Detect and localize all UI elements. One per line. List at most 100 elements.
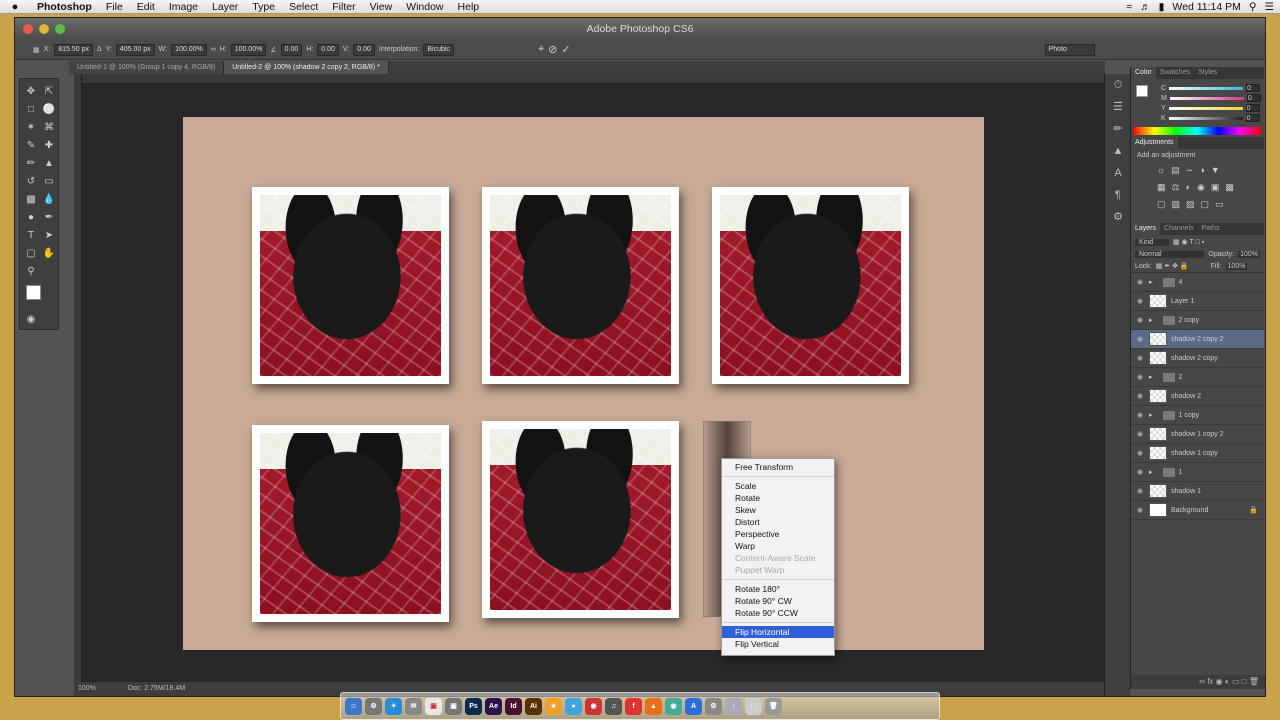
tab-untitled-2[interactable]: Untitled-2 @ 100% (shadow 2 copy 2, RGB/… bbox=[224, 61, 389, 75]
menu-item-free-transform[interactable]: Free Transform bbox=[722, 461, 834, 473]
brush-panel-icon[interactable]: ✏ bbox=[1105, 118, 1131, 140]
layer-row[interactable]: ◉ shadow 1 copy bbox=[1131, 444, 1264, 463]
finder-icon[interactable]: ☺ bbox=[345, 697, 362, 715]
magenta-value-field[interactable]: 0 bbox=[1246, 94, 1261, 102]
vlc-icon[interactable]: ▲ bbox=[645, 697, 662, 715]
document-canvas[interactable] bbox=[183, 117, 984, 650]
expand-arrow-icon[interactable]: ▸ bbox=[1149, 278, 1153, 286]
tab-layers[interactable]: Layers bbox=[1131, 223, 1161, 235]
menu-view[interactable]: View bbox=[363, 1, 400, 13]
menu-layer[interactable]: Layer bbox=[205, 1, 245, 13]
layer-row[interactable]: ◉ shadow 2 bbox=[1131, 387, 1264, 406]
threshold-icon[interactable]: ▨ bbox=[1186, 199, 1195, 210]
trash-icon[interactable]: 🗑 bbox=[1249, 677, 1259, 686]
type-tool-icon[interactable]: T bbox=[23, 229, 39, 243]
photo-frame[interactable] bbox=[252, 187, 449, 384]
wifi-icon[interactable]: ≈ bbox=[1126, 1, 1132, 13]
apple-menu-icon[interactable]: ● bbox=[0, 1, 30, 13]
path-selection-tool-icon[interactable]: ➤ bbox=[41, 229, 57, 243]
menu-item-scale[interactable]: Scale bbox=[722, 480, 834, 492]
layer-name[interactable]: 2 bbox=[1179, 374, 1183, 381]
menu-window[interactable]: Window bbox=[399, 1, 450, 13]
layer-row[interactable]: ◉ ▸ 1 copy bbox=[1131, 406, 1264, 425]
brush-tool-icon[interactable]: ✏ bbox=[23, 157, 39, 171]
mail-icon[interactable]: ✉ bbox=[405, 697, 422, 715]
trash-dock-icon[interactable]: 🗑 bbox=[765, 697, 782, 715]
layer-row[interactable]: ◉ shadow 2 copy bbox=[1131, 349, 1264, 368]
layer-row[interactable]: ◉ shadow 1 bbox=[1131, 482, 1264, 501]
menu-item-warp[interactable]: Warp bbox=[722, 540, 834, 552]
calendar-icon[interactable]: ▣ bbox=[425, 697, 442, 715]
menu-item-perspective[interactable]: Perspective bbox=[722, 528, 834, 540]
layer-name[interactable]: Layer 1 bbox=[1171, 298, 1194, 305]
dock-app-ps-icon[interactable]: Ps bbox=[465, 697, 482, 715]
menu-photoshop[interactable]: Photoshop bbox=[30, 1, 99, 13]
layer-name[interactable]: 1 copy bbox=[1179, 412, 1200, 419]
magenta-slider[interactable]: M0 bbox=[1153, 93, 1264, 103]
color-lookup-icon[interactable]: ▩ bbox=[1225, 182, 1234, 193]
flash-icon[interactable]: f bbox=[625, 697, 642, 715]
notification-center-icon[interactable]: ☰ bbox=[1265, 1, 1274, 13]
link-layers-icon[interactable]: ∞ bbox=[1199, 677, 1205, 686]
link-icon[interactable]: ∞ bbox=[211, 46, 216, 53]
app-store-icon[interactable]: A bbox=[685, 697, 702, 715]
visibility-eye-icon[interactable]: ◉ bbox=[1137, 335, 1145, 343]
photobooth-icon[interactable]: ◉ bbox=[585, 697, 602, 715]
cyan-value-field[interactable]: 0 bbox=[1246, 84, 1261, 92]
exposure-adjustment-icon[interactable]: ◑ bbox=[1199, 165, 1204, 176]
layer-row[interactable]: ◉ shadow 2 copy 2 bbox=[1131, 330, 1264, 349]
menu-item-rotate-180[interactable]: Rotate 180° bbox=[722, 583, 834, 595]
color-balance-icon[interactable]: ⚖ bbox=[1172, 182, 1180, 193]
eyedropper-tool-icon[interactable]: ✎ bbox=[23, 139, 39, 153]
width-field[interactable]: 100.00% bbox=[171, 43, 207, 56]
layer-name[interactable]: 2 copy bbox=[1179, 317, 1200, 324]
black-white-icon[interactable]: ◐ bbox=[1186, 182, 1191, 193]
dodge-tool-icon[interactable]: ● bbox=[23, 211, 39, 225]
visibility-eye-icon[interactable]: ◉ bbox=[1137, 278, 1145, 286]
tab-channels[interactable]: Channels bbox=[1160, 223, 1198, 235]
crop-tool-icon[interactable]: ⌘ bbox=[41, 121, 57, 135]
layer-name[interactable]: shadow 1 bbox=[1171, 488, 1201, 495]
posterize-icon[interactable]: ▧ bbox=[1172, 199, 1181, 210]
expand-arrow-icon[interactable]: ▸ bbox=[1149, 316, 1153, 324]
visibility-eye-icon[interactable]: ◉ bbox=[1137, 411, 1145, 419]
marquee-tool-icon[interactable]: □ bbox=[23, 103, 39, 117]
layer-row[interactable]: ◉ shadow 1 copy 2 bbox=[1131, 425, 1264, 444]
vibrance-adjustment-icon[interactable]: ▼ bbox=[1211, 165, 1220, 176]
paragraph-panel-icon[interactable]: ¶ bbox=[1105, 184, 1131, 206]
pen-tool-icon[interactable]: ✒ bbox=[41, 211, 57, 225]
photo-frame[interactable] bbox=[252, 425, 449, 622]
menu-select[interactable]: Select bbox=[282, 1, 325, 13]
reference-point-icon[interactable]: ▦ bbox=[33, 46, 40, 54]
character-panel-icon[interactable]: A bbox=[1105, 162, 1131, 184]
menu-type[interactable]: Type bbox=[245, 1, 282, 13]
invert-icon[interactable]: ▢ bbox=[1157, 199, 1166, 210]
tab-untitled-1[interactable]: Untitled-1 @ 100% (Group 1 copy 4, RGB/8… bbox=[69, 61, 225, 75]
preview-icon[interactable]: ▣ bbox=[445, 697, 462, 715]
menu-filter[interactable]: Filter bbox=[325, 1, 362, 13]
menu-item-rotate-90-cw[interactable]: Rotate 90° CW bbox=[722, 595, 834, 607]
black-slider[interactable]: K0 bbox=[1153, 113, 1264, 123]
warp-mode-icon[interactable]: ⌖ bbox=[538, 43, 544, 56]
menu-edit[interactable]: Edit bbox=[130, 1, 162, 13]
menu-help[interactable]: Help bbox=[451, 1, 487, 13]
blur-tool-icon[interactable]: 💧 bbox=[41, 193, 57, 207]
visibility-eye-icon[interactable]: ◉ bbox=[1137, 392, 1145, 400]
layer-name[interactable]: shadow 1 copy bbox=[1171, 450, 1218, 457]
brightness-adjustment-icon[interactable]: ☼ bbox=[1157, 165, 1165, 176]
layer-row[interactable]: ◉ ▸ 1 bbox=[1131, 463, 1264, 482]
ibooks-icon[interactable]: ★ bbox=[545, 697, 562, 715]
messages-icon[interactable]: ● bbox=[565, 697, 582, 715]
quick-mask-icon[interactable]: ◉ bbox=[23, 313, 39, 327]
layer-name[interactable]: Background bbox=[1171, 507, 1208, 514]
move-tool-icon[interactable]: ✥ bbox=[23, 85, 39, 99]
new-layer-icon[interactable]: □ bbox=[1242, 677, 1247, 686]
documents-icon[interactable]: □ bbox=[745, 697, 762, 715]
layer-row[interactable]: ◉ ▸ 2 copy bbox=[1131, 311, 1264, 330]
tab-swatches[interactable]: Swatches bbox=[1156, 67, 1194, 79]
volume-icon[interactable]: ♬ bbox=[1140, 1, 1151, 13]
black-value-field[interactable]: 0 bbox=[1245, 114, 1260, 122]
commit-transform-icon[interactable]: ✓ bbox=[561, 43, 570, 56]
foreground-color-swatch[interactable] bbox=[26, 285, 41, 300]
spotlight-icon[interactable]: ⚲ bbox=[1249, 1, 1257, 13]
